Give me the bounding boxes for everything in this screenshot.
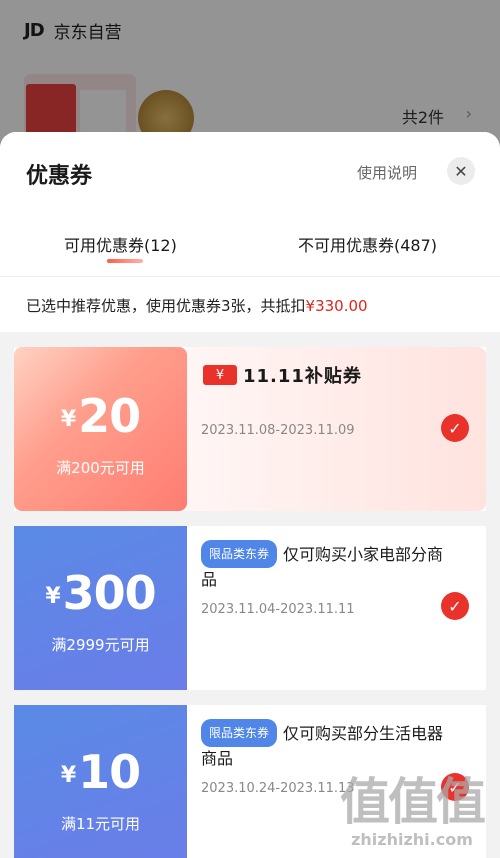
coupon-condition: 满11元可用 bbox=[60, 815, 141, 833]
selected-check-icon[interactable]: ✓ bbox=[441, 414, 469, 442]
tab-unavailable-coupons[interactable]: 不可用优惠券(487) bbox=[298, 232, 437, 256]
close-icon: ✕ bbox=[454, 161, 468, 181]
coupon-info-panel: ¥ 11.11补贴券 2023.11.08-2023.11.09 ✓ bbox=[187, 347, 486, 511]
coupon-card[interactable]: ¥20 满200元可用 ¥ 11.11补贴券 2023.11.08-2023.1… bbox=[14, 347, 486, 511]
tab-available-coupons[interactable]: 可用优惠券(12) bbox=[64, 232, 177, 256]
selection-summary: 已选中推荐优惠，使用优惠券3张，共抵扣¥330.00 bbox=[26, 295, 368, 316]
divider bbox=[0, 276, 500, 277]
yen-icon: ¥ bbox=[203, 365, 237, 385]
watermark-url: zhizhizhi.com bbox=[351, 830, 473, 849]
coupon-description: 限品类东券 仅可购买部分生活电器商品 bbox=[201, 719, 451, 771]
coupon-sheet: 优惠券 使用说明 ✕ 可用优惠券(12) 不可用优惠券(487) 已选中推荐优惠… bbox=[0, 132, 500, 858]
amount-value: 10 bbox=[78, 745, 141, 799]
summary-text: 已选中推荐优惠，使用优惠券3张，共抵扣 bbox=[26, 297, 306, 315]
currency-symbol: ¥ bbox=[60, 763, 77, 788]
amount-value: 300 bbox=[62, 566, 157, 620]
active-tab-indicator bbox=[107, 259, 143, 263]
coupon-amount: ¥300 bbox=[14, 566, 187, 620]
usage-help-link[interactable]: 使用说明 bbox=[357, 162, 417, 183]
coupon-condition: 满200元可用 bbox=[56, 459, 145, 477]
coupon-value-panel: ¥300 满2999元可用 bbox=[14, 526, 187, 690]
close-button[interactable]: ✕ bbox=[447, 157, 475, 185]
currency-symbol: ¥ bbox=[45, 584, 61, 609]
coupon-value-panel: ¥20 满200元可用 bbox=[14, 347, 187, 511]
currency-symbol: ¥ bbox=[60, 407, 77, 432]
coupon-description: 限品类东券 仅可购买小家电部分商品 bbox=[201, 540, 451, 592]
sheet-header: 优惠券 使用说明 ✕ 可用优惠券(12) 不可用优惠券(487) 已选中推荐优惠… bbox=[0, 132, 500, 332]
subsidy-badge: ¥ 11.11补贴券 bbox=[203, 362, 362, 388]
sheet-title: 优惠券 bbox=[26, 164, 93, 189]
amount-value: 20 bbox=[78, 389, 141, 443]
coupon-date: 2023.11.04-2023.11.11 bbox=[201, 602, 355, 617]
category-tag: 限品类东券 bbox=[201, 719, 278, 747]
summary-amount: ¥330.00 bbox=[305, 297, 368, 315]
coupon-info-panel: 限品类东券 仅可购买小家电部分商品 2023.11.04-2023.11.11 ✓ bbox=[187, 526, 486, 690]
category-tag: 限品类东券 bbox=[201, 540, 278, 568]
badge-text: 11.11补贴券 bbox=[243, 366, 362, 387]
coupon-date: 2023.11.08-2023.11.09 bbox=[201, 423, 355, 438]
coupon-condition: 满2999元可用 bbox=[51, 636, 150, 654]
coupon-date: 2023.10.24-2023.11.13 bbox=[201, 781, 355, 796]
coupon-card[interactable]: ¥300 满2999元可用 限品类东券 仅可购买小家电部分商品 2023.11.0… bbox=[14, 526, 486, 690]
selected-check-icon[interactable]: ✓ bbox=[441, 592, 469, 620]
site-watermark: 值值值 zhizhizhi.com bbox=[340, 773, 486, 849]
watermark-logo: 值值值 bbox=[340, 773, 486, 831]
coupon-amount: ¥10 bbox=[14, 745, 187, 799]
coupon-value-panel: ¥10 满11元可用 bbox=[14, 705, 187, 858]
coupon-amount: ¥20 bbox=[14, 389, 187, 443]
